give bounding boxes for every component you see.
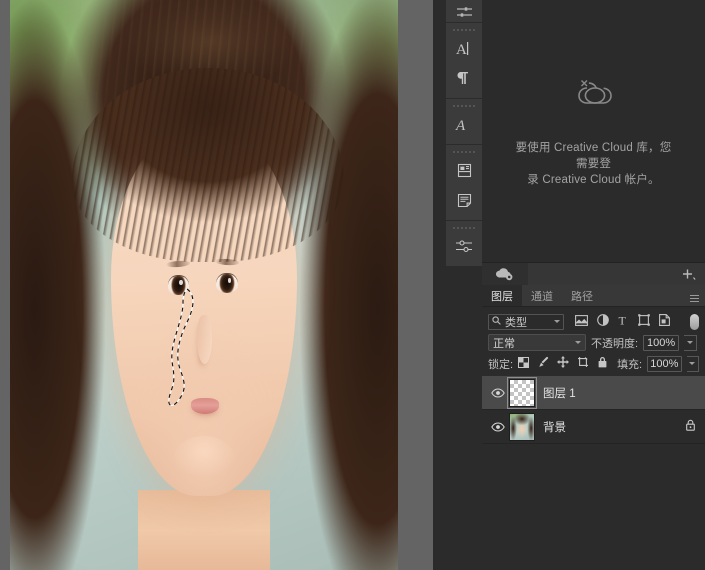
layers-panel: 图层 通道 路径 类型 T 正常 不透明度: 100% 锁定: 填充: 100%… bbox=[482, 285, 705, 570]
lock-artboard-nesting-icon[interactable] bbox=[577, 355, 589, 373]
libraries-empty-state: 要使用 Creative Cloud 库，您需要登 录 Creative Clo… bbox=[482, 0, 705, 262]
chin-highlight bbox=[172, 435, 236, 489]
lock-icon[interactable] bbox=[685, 418, 696, 436]
table-row[interactable]: 背景 bbox=[482, 410, 705, 444]
layer-name[interactable]: 图层 1 bbox=[543, 385, 705, 401]
svg-text:A: A bbox=[455, 118, 466, 133]
opacity-stepper[interactable] bbox=[684, 334, 698, 351]
layer-comps-icon[interactable] bbox=[446, 155, 482, 185]
lock-image-pixels-icon[interactable] bbox=[537, 355, 549, 373]
canvas-gutter bbox=[398, 0, 433, 570]
fill-stepper[interactable] bbox=[686, 355, 699, 372]
nose bbox=[197, 315, 213, 365]
filter-enable-toggle[interactable] bbox=[690, 313, 699, 330]
libraries-signin-message: 要使用 Creative Cloud 库，您需要登 录 Creative Clo… bbox=[510, 140, 677, 188]
filter-shape-icon[interactable] bbox=[638, 313, 650, 331]
chevron-down-icon[interactable] bbox=[554, 320, 560, 323]
lock-row[interactable]: 锁定: 填充: 100% bbox=[482, 353, 705, 374]
lock-label: 锁定: bbox=[488, 358, 514, 371]
libraries-message-line-1: 要使用 Creative Cloud 库，您需要登 bbox=[515, 141, 672, 170]
adjustments-icon[interactable] bbox=[446, 2, 482, 22]
lock-all-icon[interactable] bbox=[597, 355, 608, 373]
tab-layers-label: 图层 bbox=[491, 290, 513, 303]
tab-paths-label: 路径 bbox=[571, 290, 593, 303]
lock-transparent-pixels-icon[interactable] bbox=[518, 355, 530, 373]
rail-grip[interactable] bbox=[446, 26, 482, 33]
properties-sliders-icon[interactable] bbox=[446, 231, 482, 261]
lock-buttons[interactable] bbox=[518, 355, 608, 373]
blend-mode-select[interactable]: 正常 bbox=[488, 334, 586, 351]
document-area[interactable] bbox=[0, 0, 433, 570]
lock-position-icon[interactable] bbox=[557, 355, 570, 373]
character-panel-icon[interactable]: A bbox=[446, 33, 482, 63]
panel-menu-icon[interactable] bbox=[686, 285, 702, 306]
svg-text:A: A bbox=[456, 42, 467, 57]
rail-group-glyphs[interactable]: A bbox=[446, 99, 482, 145]
tab-layers[interactable]: 图层 bbox=[482, 285, 522, 306]
filter-adjustment-icon[interactable] bbox=[597, 313, 609, 331]
paragraph-panel-icon[interactable] bbox=[446, 63, 482, 93]
eye-right bbox=[216, 273, 238, 294]
layer-list[interactable]: 图层 1 背景 bbox=[482, 376, 705, 444]
filter-type-icon[interactable]: T bbox=[618, 313, 629, 331]
glyphs-icon[interactable]: A bbox=[446, 109, 482, 139]
libraries-tab-bar[interactable] bbox=[482, 262, 705, 285]
table-row[interactable]: 图层 1 bbox=[482, 376, 705, 410]
portrait-photo bbox=[10, 0, 398, 570]
layer-filter-kind-icons[interactable]: T bbox=[575, 313, 670, 331]
chevron-down-icon bbox=[689, 362, 696, 365]
libraries-message-line-2: 录 Creative Cloud 帐户。 bbox=[527, 173, 660, 186]
image-canvas[interactable] bbox=[10, 0, 398, 570]
mouth bbox=[190, 398, 219, 414]
notes-icon[interactable] bbox=[446, 185, 482, 215]
neck-region bbox=[138, 490, 270, 570]
photoshop-window: A A 要使用 Creative Cloud 库，您需要登 录 Creative… bbox=[0, 0, 705, 570]
chevron-down-icon[interactable] bbox=[575, 341, 581, 344]
collapsed-panel-rail[interactable]: A A bbox=[446, 0, 482, 266]
creative-cloud-libraries-icon[interactable] bbox=[482, 263, 528, 285]
layer-thumbnail[interactable] bbox=[509, 412, 535, 441]
rail-grip[interactable] bbox=[446, 224, 482, 231]
rail-group-type[interactable]: A bbox=[446, 23, 482, 99]
layer-filter-row[interactable]: 类型 T bbox=[482, 311, 705, 332]
rail-group-properties[interactable] bbox=[446, 221, 482, 266]
layer-filter-type-label: 类型 bbox=[505, 316, 527, 329]
tab-channels-label: 通道 bbox=[531, 290, 553, 303]
rail-grip[interactable] bbox=[446, 148, 482, 155]
layers-panel-tabs[interactable]: 图层 通道 路径 bbox=[482, 285, 705, 307]
layer-name[interactable]: 背景 bbox=[543, 419, 685, 435]
filter-smart-object-icon[interactable] bbox=[659, 313, 670, 331]
filter-pixel-icon[interactable] bbox=[575, 313, 588, 331]
fill-value[interactable]: 100% bbox=[647, 355, 682, 372]
opacity-value[interactable]: 100% bbox=[643, 334, 680, 351]
tab-paths[interactable]: 路径 bbox=[562, 285, 602, 306]
blend-mode-row[interactable]: 正常 不透明度: 100% bbox=[482, 332, 705, 353]
eye-icon[interactable] bbox=[487, 387, 509, 398]
rail-group-adjustments-partial[interactable] bbox=[446, 0, 482, 23]
rail-group-layer-comps[interactable] bbox=[446, 145, 482, 221]
tab-channels[interactable]: 通道 bbox=[522, 285, 562, 306]
panel-dock: A A 要使用 Creative Cloud 库，您需要登 录 Creative… bbox=[433, 0, 705, 570]
blend-mode-label: 正常 bbox=[493, 337, 515, 350]
chevron-down-icon bbox=[687, 341, 694, 344]
layer-filter-type-select[interactable]: 类型 bbox=[488, 313, 564, 330]
opacity-label: 不透明度: bbox=[591, 337, 639, 350]
svg-text:T: T bbox=[619, 314, 627, 326]
creative-cloud-disconnected-icon bbox=[569, 75, 619, 118]
rail-grip[interactable] bbox=[446, 102, 482, 109]
fill-label: 填充: bbox=[617, 358, 643, 371]
search-icon bbox=[492, 315, 501, 328]
add-library-button[interactable] bbox=[681, 267, 697, 281]
layer-thumbnail[interactable] bbox=[507, 376, 537, 409]
eye-left bbox=[167, 275, 190, 296]
libraries-panel: 要使用 Creative Cloud 库，您需要登 录 Creative Clo… bbox=[482, 0, 705, 262]
eye-icon[interactable] bbox=[487, 421, 509, 432]
